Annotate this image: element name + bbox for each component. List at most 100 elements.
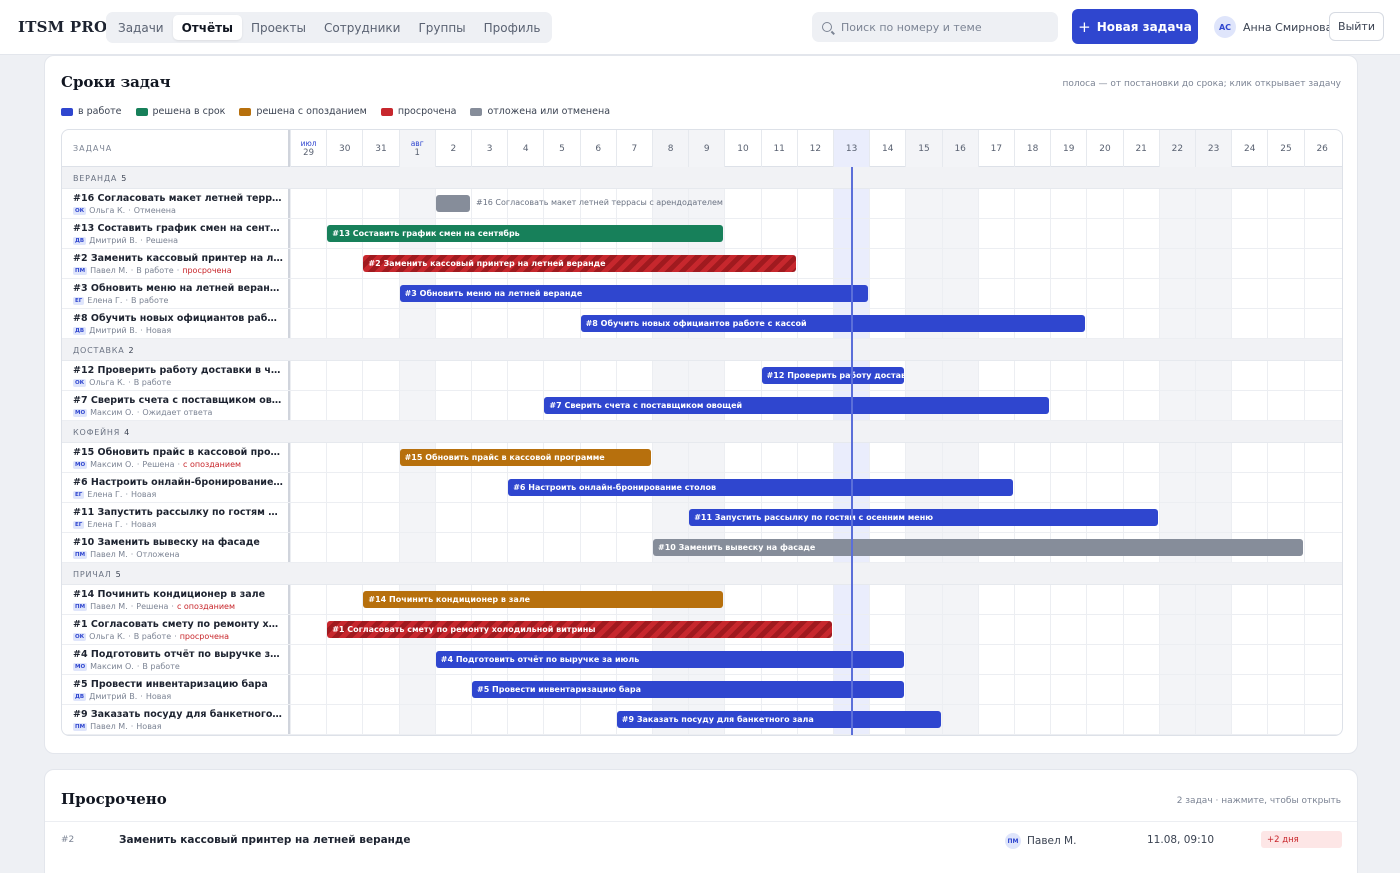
nav-tab-5[interactable]: Профиль: [475, 15, 550, 40]
overdue-row[interactable]: #2 Заменить кассовый принтер на летней ве…: [45, 821, 1357, 861]
overdue-badge: +2 дня: [1261, 831, 1342, 848]
meta-separator: ·: [176, 266, 180, 275]
task-bar[interactable]: #6 Настроить онлайн-бронирование столов: [508, 479, 1013, 496]
nav-tab-3[interactable]: Сотрудники: [315, 15, 409, 40]
task-title[interactable]: #11 Запустить рассылку по гостям с осе..…: [73, 507, 283, 518]
task-title[interactable]: #13 Составить график смен на сентябрь: [73, 223, 283, 234]
group-count: 2: [128, 346, 135, 355]
task-title[interactable]: #7 Сверить счета с поставщиком овощей: [73, 395, 283, 406]
search-input[interactable]: [841, 20, 1041, 34]
assignee-name: Дмитрий В.: [89, 236, 138, 245]
day-header: 4: [507, 130, 543, 167]
day-label: 13: [845, 143, 858, 154]
legend-label: решена с опозданием: [256, 106, 367, 117]
group-count: 5: [115, 570, 122, 579]
task-title[interactable]: #1 Согласовать смету по ремонту холод...: [73, 619, 283, 630]
task-row[interactable]: #15 Обновить прайс в кассовой програм...…: [62, 443, 1342, 473]
task-flag: просрочена: [182, 266, 232, 275]
new-task-button[interactable]: + Новая задача: [1072, 9, 1198, 44]
today-marker: [851, 167, 853, 735]
task-meta: ДВ Дмитрий В. · Решена: [73, 236, 178, 245]
day-label: 6: [595, 143, 602, 154]
day-header: 16: [941, 130, 978, 167]
task-title[interactable]: #14 Починить кондиционер в зале: [73, 589, 283, 600]
group-label: ДОСТАВКА 2: [73, 346, 134, 355]
avatar: АС: [1214, 16, 1236, 38]
day-header: 11: [760, 130, 797, 167]
task-title[interactable]: #4 Подготовить отчёт по выручке за июль: [73, 649, 283, 660]
task-meta: МО Максим О. · Решена · с опозданием: [73, 460, 241, 469]
assignee: ПМ Павел М.: [1005, 833, 1076, 849]
task-flag: с опозданием: [176, 602, 235, 611]
task-title[interactable]: #10 Заменить вывеску на фасаде: [73, 537, 283, 548]
task-title[interactable]: #2 Заменить кассовый принтер на летне...: [73, 253, 283, 264]
nav-tab-0[interactable]: Задачи: [109, 15, 173, 40]
task-bar[interactable]: #15 Обновить прайс в кассовой программе: [399, 449, 651, 466]
group-label: ПРИЧАЛ 5: [73, 570, 122, 579]
task-bar[interactable]: #11 Запустить рассылку по гостям с осенн…: [689, 509, 1158, 526]
legend-label: в работе: [78, 106, 122, 117]
day-label: 7: [631, 143, 638, 154]
task-title[interactable]: #12 Проверить работу доставки в час пик: [73, 365, 283, 376]
task-bar[interactable]: [435, 195, 470, 212]
task-bar[interactable]: #10 Заменить вывеску на фасаде: [653, 539, 1303, 556]
task-bar[interactable]: #13 Составить график смен на сентябрь: [327, 225, 724, 242]
task-bar[interactable]: #4 Подготовить отчёт по выручке за июль: [435, 651, 905, 668]
task-title[interactable]: Заменить кассовый принтер на летней вера…: [119, 834, 411, 846]
assignee-initials: ДВ: [73, 692, 87, 701]
month-label: авг: [410, 139, 424, 148]
meta-separator: ·: [136, 408, 140, 417]
task-bar[interactable]: #1 Согласовать смету по ремонту холодиль…: [327, 621, 832, 638]
user-info[interactable]: АС Анна Смирнова: [1214, 16, 1332, 38]
task-meta: ОК Ольга К. · В работе · просрочена: [73, 632, 229, 641]
task-bar[interactable]: #9 Заказать посуду для банкетного зала: [616, 711, 941, 728]
legend-label: решена в срок: [152, 106, 226, 117]
task-title[interactable]: #9 Заказать посуду для банкетного зала: [73, 709, 283, 720]
task-row[interactable]: #12 Проверить работу доставки в час пик О…: [62, 361, 1342, 391]
app-logo[interactable]: ITSM PRO: [18, 18, 107, 36]
new-task-label: Новая задача: [1096, 19, 1192, 34]
group-row: КОФЕЙНЯ 4: [62, 421, 1342, 443]
legend-swatch: [380, 107, 393, 116]
search-box[interactable]: [812, 12, 1058, 42]
day-header: 20: [1086, 130, 1122, 167]
task-title[interactable]: #3 Обновить меню на летней веранде: [73, 283, 283, 294]
day-header: 8: [652, 130, 689, 167]
day-header: 22: [1158, 130, 1195, 167]
task-bar[interactable]: #5 Провести инвентаризацию бара: [472, 681, 905, 698]
nav-tab-4[interactable]: Группы: [409, 15, 474, 40]
assignee-initials: ПМ: [73, 602, 88, 611]
task-title[interactable]: #5 Провести инвентаризацию бара: [73, 679, 283, 690]
day-header: авг 1: [398, 130, 435, 167]
task-title[interactable]: #8 Обучить новых официантов работе с ...: [73, 313, 283, 324]
task-meta: ДВ Дмитрий В. · Новая: [73, 692, 171, 701]
meta-separator: ·: [171, 602, 174, 611]
legend-swatch: [135, 107, 148, 116]
day-header: 3: [471, 130, 507, 167]
day-header: 25: [1267, 130, 1303, 167]
task-bar[interactable]: #12 Проверить работу доставки в час...: [761, 367, 905, 384]
task-flag: просрочена: [179, 632, 230, 641]
meta-separator: ·: [177, 460, 181, 469]
task-title[interactable]: #6 Настроить онлайн-бронирование сто...: [73, 477, 283, 488]
user-name: Анна Смирнова: [1243, 20, 1333, 34]
day-label: 9: [703, 143, 710, 154]
meta-separator: ·: [130, 602, 134, 611]
task-bar[interactable]: #2 Заменить кассовый принтер на летней в…: [363, 255, 796, 272]
task-bar[interactable]: #14 Починить кондиционер в зале: [363, 591, 724, 608]
task-title[interactable]: #15 Обновить прайс в кассовой програм...: [73, 447, 283, 458]
task-bar[interactable]: #7 Сверить счета с поставщиком овощей: [544, 397, 1050, 414]
logout-button[interactable]: Выйти: [1329, 12, 1384, 41]
nav-tab-1[interactable]: Отчёты: [172, 15, 242, 40]
task-title[interactable]: #16 Согласовать макет летней террасы с..…: [73, 193, 283, 204]
day-label: 3: [486, 143, 493, 154]
task-bar[interactable]: #8 Обучить новых официантов работе с кас…: [580, 315, 1086, 332]
day-label: 8: [667, 143, 674, 154]
nav-tab-2[interactable]: Проекты: [242, 15, 315, 40]
day-header: 18: [1014, 130, 1050, 167]
meta-separator: ·: [140, 326, 143, 335]
day-header: 30: [326, 130, 362, 167]
assignee-name: Дмитрий В.: [89, 692, 138, 701]
task-bar[interactable]: #3 Обновить меню на летней веранде: [399, 285, 869, 302]
task-meta: МО Максим О. · Ожидает ответа: [73, 408, 212, 417]
